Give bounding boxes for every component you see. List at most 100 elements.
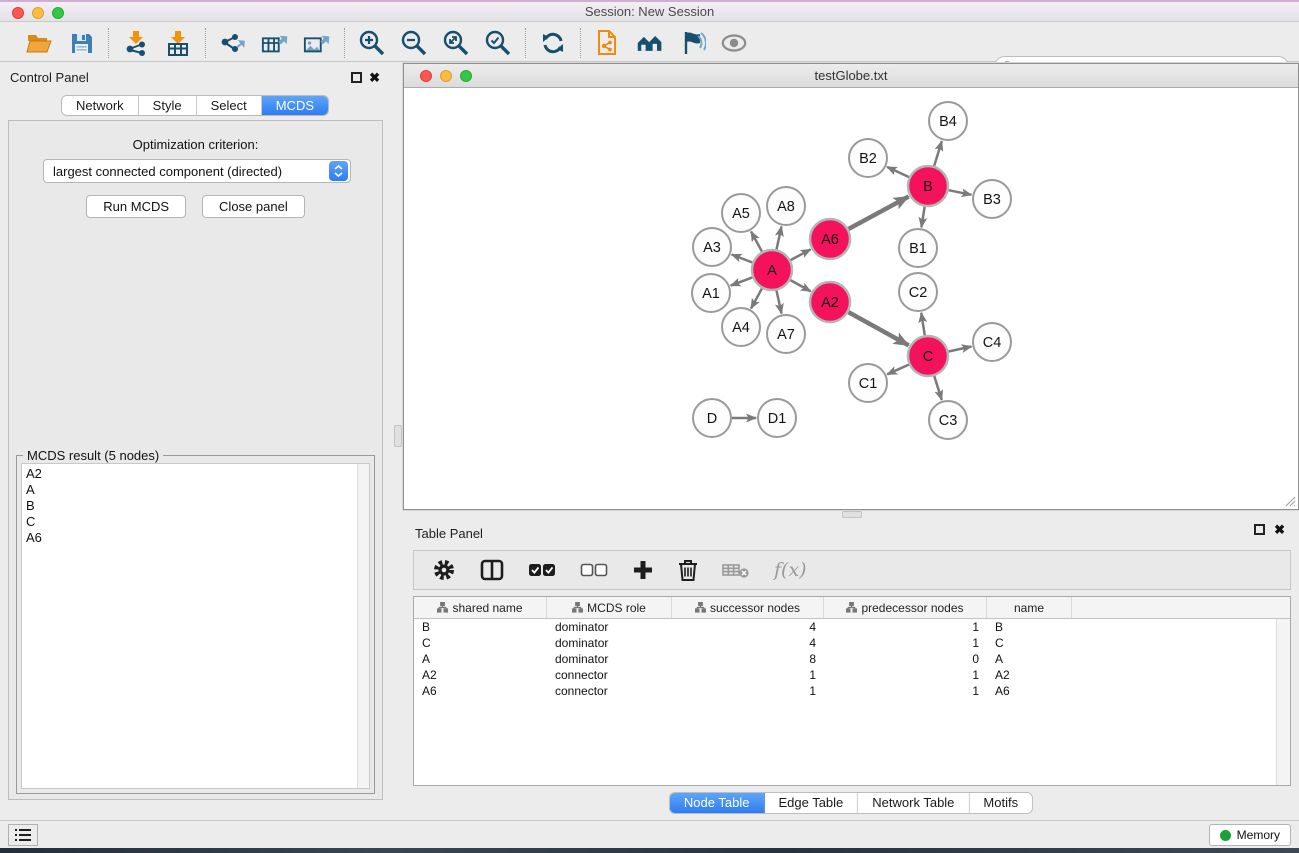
import-network-icon[interactable] <box>122 29 150 57</box>
refresh-icon[interactable] <box>539 29 567 57</box>
minimize-window-button[interactable] <box>32 7 44 19</box>
vertical-split-handle[interactable] <box>394 425 402 447</box>
home-views-icon[interactable] <box>636 29 664 57</box>
tab-motifs[interactable]: Motifs <box>969 793 1032 813</box>
node-B2[interactable]: B2 <box>849 139 887 177</box>
show-graphics-details-icon[interactable] <box>720 29 748 57</box>
edge-A-A5[interactable] <box>751 231 762 251</box>
edge-A-A1[interactable] <box>731 277 753 285</box>
node-C4[interactable]: C4 <box>973 323 1011 361</box>
node-B4[interactable]: B4 <box>929 102 967 140</box>
run-mcds-button[interactable]: Run MCDS <box>86 195 186 218</box>
select-all-icon[interactable] <box>528 563 556 577</box>
criterion-dropdown[interactable]: largest connected component (directed) <box>43 159 351 183</box>
edge-C-C1[interactable] <box>887 365 909 375</box>
zoom-out-icon[interactable] <box>400 29 428 57</box>
network-minimize-button[interactable] <box>440 70 452 82</box>
zoom-selected-icon[interactable] <box>484 29 512 57</box>
network-window-titlebar[interactable]: testGlobe.txt <box>404 64 1298 88</box>
edge-C-C3[interactable] <box>934 376 941 400</box>
node-A6[interactable]: A6 <box>810 219 850 259</box>
deselect-all-icon[interactable] <box>580 563 608 577</box>
tab-edge-table[interactable]: Edge Table <box>764 793 858 813</box>
edge-A6-B[interactable] <box>848 196 908 229</box>
edge-A-A7[interactable] <box>776 291 781 314</box>
close-panel-icon[interactable]: ✖ <box>369 70 380 86</box>
tab-network-table[interactable]: Network Table <box>858 793 969 813</box>
node-A2[interactable]: A2 <box>810 282 850 322</box>
table-row[interactable]: Adominator80A <box>414 651 1276 667</box>
tab-select[interactable]: Select <box>197 96 262 115</box>
node-A1[interactable]: A1 <box>692 274 730 312</box>
mcds-result-item[interactable]: A <box>26 482 357 498</box>
mcds-result-item[interactable]: A6 <box>26 530 357 546</box>
column-header-name[interactable]: name <box>987 597 1072 618</box>
table-row[interactable]: A6connector11A6 <box>414 683 1276 699</box>
table-row[interactable]: Bdominator41B <box>414 619 1276 635</box>
network-canvas[interactable]: B4B2BB3A8A5A6A3B1AC2A1A2A4A7C4CC1C3DD1 <box>404 88 1298 509</box>
node-D1[interactable]: D1 <box>758 399 796 437</box>
node-B[interactable]: B <box>908 166 948 206</box>
node-C2[interactable]: C2 <box>899 273 937 311</box>
edge-B-B1[interactable] <box>921 207 924 228</box>
network-zoom-button[interactable] <box>460 70 472 82</box>
close-panel-button[interactable]: Close panel <box>202 195 305 218</box>
mcds-result-item[interactable]: B <box>26 498 357 514</box>
hide-graphics-details-icon[interactable] <box>678 29 706 57</box>
tab-network[interactable]: Network <box>62 96 139 115</box>
node-B3[interactable]: B3 <box>973 180 1011 218</box>
task-history-button[interactable] <box>8 824 38 846</box>
memory-button[interactable]: Memory <box>1209 824 1291 846</box>
edge-A-A6[interactable] <box>791 249 811 260</box>
tab-style[interactable]: Style <box>139 96 197 115</box>
column-header-mcds-role[interactable]: MCDS role <box>547 597 672 618</box>
zoom-fit-icon[interactable] <box>442 29 470 57</box>
edge-B-B3[interactable] <box>949 190 972 195</box>
edge-B-B4[interactable] <box>934 141 942 166</box>
edge-C-C4[interactable] <box>949 346 972 351</box>
column-header-shared-name[interactable]: shared name <box>414 597 547 618</box>
close-window-button[interactable] <box>12 7 24 19</box>
edge-A-A2[interactable] <box>790 280 810 291</box>
edge-B-B2[interactable] <box>887 167 909 177</box>
tab-mcds[interactable]: MCDS <box>262 96 328 115</box>
edge-A-A3[interactable] <box>732 255 753 263</box>
edge-A-A4[interactable] <box>751 288 762 308</box>
node-C[interactable]: C <box>908 336 948 376</box>
mcds-result-item[interactable]: C <box>26 514 357 530</box>
save-session-icon[interactable] <box>67 29 95 57</box>
import-table-icon[interactable] <box>164 29 192 57</box>
node-C3[interactable]: C3 <box>929 401 967 439</box>
zoom-window-button[interactable] <box>52 7 64 19</box>
node-A5[interactable]: A5 <box>722 194 760 232</box>
table-float-panel-icon[interactable] <box>1254 524 1265 535</box>
table-row[interactable]: A2connector11A2 <box>414 667 1276 683</box>
export-image-icon[interactable] <box>303 29 331 57</box>
node-A8[interactable]: A8 <box>767 187 805 225</box>
table-settings-icon[interactable] <box>432 558 456 582</box>
network-close-button[interactable] <box>420 70 432 82</box>
edge-A2-C[interactable] <box>848 312 908 345</box>
edge-C-C2[interactable] <box>921 313 925 336</box>
table-close-panel-icon[interactable]: ✖ <box>1274 522 1285 538</box>
node-B1[interactable]: B1 <box>899 229 937 267</box>
export-table-icon[interactable] <box>261 29 289 57</box>
column-header-predecessor-nodes[interactable]: predecessor nodes <box>824 597 987 618</box>
open-file-icon[interactable] <box>25 29 53 57</box>
mcds-result-item[interactable]: A2 <box>26 466 357 482</box>
node-A3[interactable]: A3 <box>693 228 731 266</box>
window-resize-grip[interactable] <box>1282 493 1296 507</box>
open-session-from-file-icon[interactable] <box>594 29 622 57</box>
edge-A-A8[interactable] <box>776 227 781 250</box>
tab-node-table[interactable]: Node Table <box>670 793 765 813</box>
node-D[interactable]: D <box>693 399 731 437</box>
float-panel-icon[interactable] <box>351 72 362 83</box>
column-header-successor-nodes[interactable]: successor nodes <box>672 597 824 618</box>
add-column-icon[interactable] <box>632 559 654 581</box>
node-A[interactable]: A <box>752 250 792 290</box>
zoom-in-icon[interactable] <box>358 29 386 57</box>
horizontal-split-handle[interactable] <box>842 511 862 518</box>
mcds-result-scrollbar[interactable] <box>357 464 369 788</box>
table-scrollbar[interactable] <box>1276 619 1290 785</box>
delete-column-icon[interactable] <box>678 558 698 582</box>
